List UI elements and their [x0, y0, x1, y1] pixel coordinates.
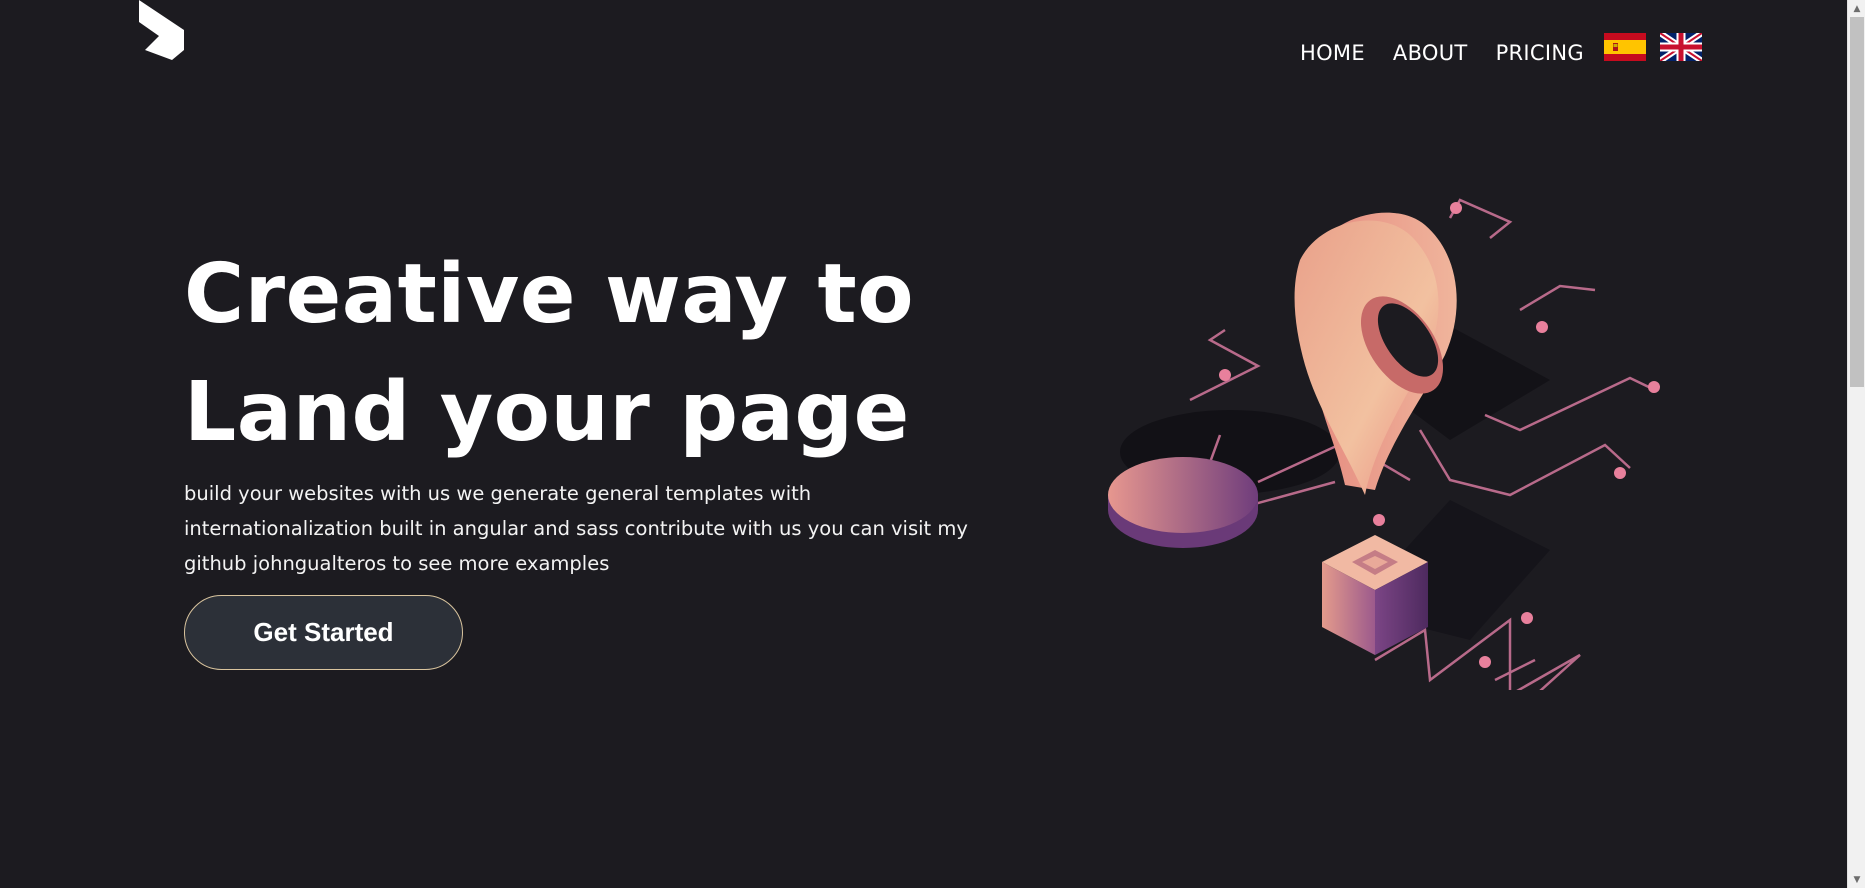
scroll-thumb[interactable]: [1850, 17, 1864, 387]
nav-home[interactable]: HOME: [1300, 38, 1365, 68]
uk-flag-icon[interactable]: [1659, 33, 1702, 61]
get-started-button[interactable]: Get Started: [184, 595, 463, 670]
spain-flag-icon[interactable]: [1603, 33, 1646, 61]
scroll-down-arrow-icon[interactable]: ▼: [1848, 871, 1865, 888]
hero-title-line2: Land your page: [184, 365, 910, 460]
location-pin-illustration: [1108, 198, 1660, 690]
hero-description: build your websites with us we generate …: [184, 482, 968, 575]
brand-logo-icon[interactable]: [137, 0, 185, 62]
nav-about[interactable]: ABOUT: [1393, 38, 1468, 68]
scroll-up-arrow-icon[interactable]: ▲: [1848, 0, 1865, 17]
main-nav: HOME ABOUT PRICING: [1300, 33, 1716, 68]
hero-title: Creative way to Land your page: [184, 236, 944, 472]
hero-title-line1: Creative way to: [184, 247, 915, 342]
landing-page: HOME ABOUT PRICING Creative way to Land …: [0, 0, 1847, 888]
vertical-scrollbar[interactable]: ▲ ▼: [1847, 0, 1865, 888]
nav-pricing[interactable]: PRICING: [1496, 38, 1584, 68]
